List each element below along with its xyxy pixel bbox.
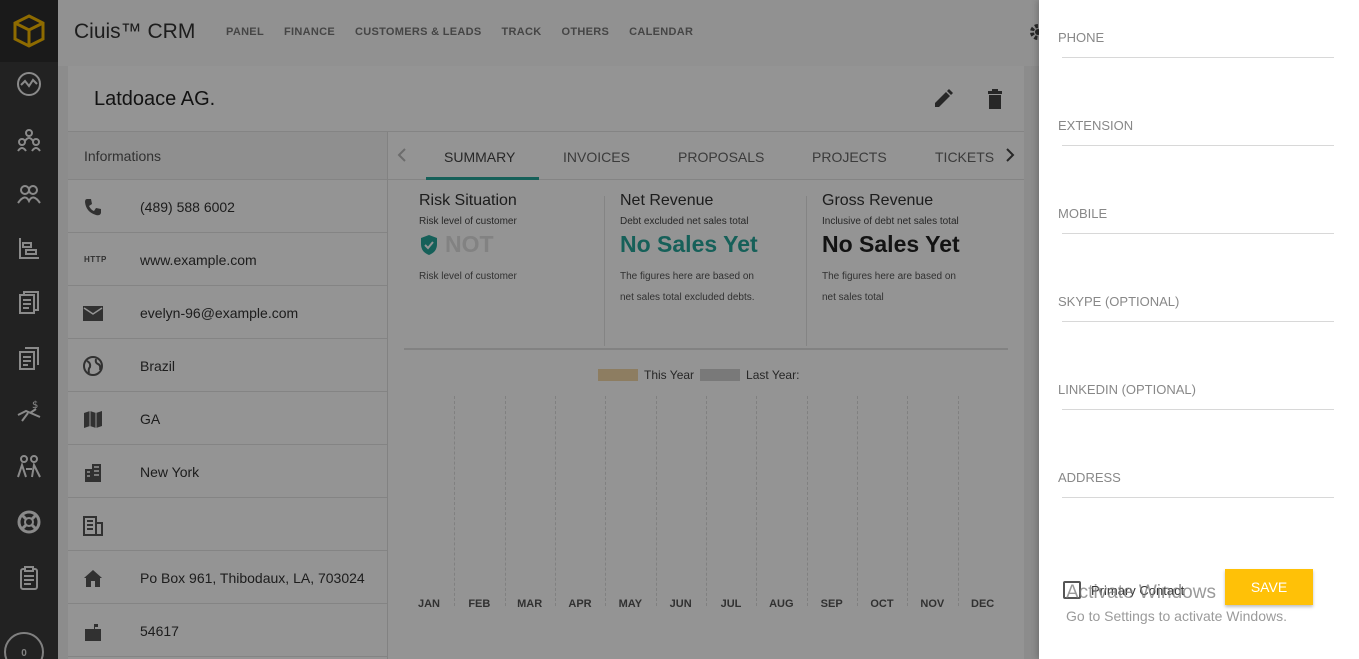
linkedin-field[interactable]: LINKEDIN (OPTIONAL) (1058, 382, 1336, 410)
mobile-field[interactable]: MOBILE (1058, 206, 1336, 234)
phone-field[interactable]: PHONE (1058, 30, 1336, 58)
phone-field-underline (1062, 57, 1334, 58)
mobile-field-underline (1062, 233, 1334, 234)
address-field-label: ADDRESS (1058, 470, 1121, 485)
address-field[interactable]: ADDRESS (1058, 470, 1336, 498)
watermark-line-1: Activate Windows (1066, 582, 1216, 603)
add-contact-panel: PHONE EXTENSION MOBILE SKYPE (OPTIONAL) … (1039, 0, 1359, 659)
extension-field[interactable]: EXTENSION (1058, 118, 1336, 146)
windows-activation-watermark: Activate Windows Go to Settings to activ… (1066, 582, 1287, 624)
skype-field[interactable]: SKYPE (OPTIONAL) (1058, 294, 1336, 322)
watermark-line-2: Go to Settings to activate Windows. (1066, 608, 1287, 624)
linkedin-field-label: LINKEDIN (OPTIONAL) (1058, 382, 1196, 397)
address-field-underline (1062, 497, 1334, 498)
extension-field-underline (1062, 145, 1334, 146)
linkedin-field-underline (1062, 409, 1334, 410)
mobile-field-label: MOBILE (1058, 206, 1108, 221)
skype-field-label: SKYPE (OPTIONAL) (1058, 294, 1180, 309)
skype-field-underline (1062, 321, 1334, 322)
extension-field-label: EXTENSION (1058, 118, 1134, 133)
phone-field-label: PHONE (1058, 30, 1105, 45)
